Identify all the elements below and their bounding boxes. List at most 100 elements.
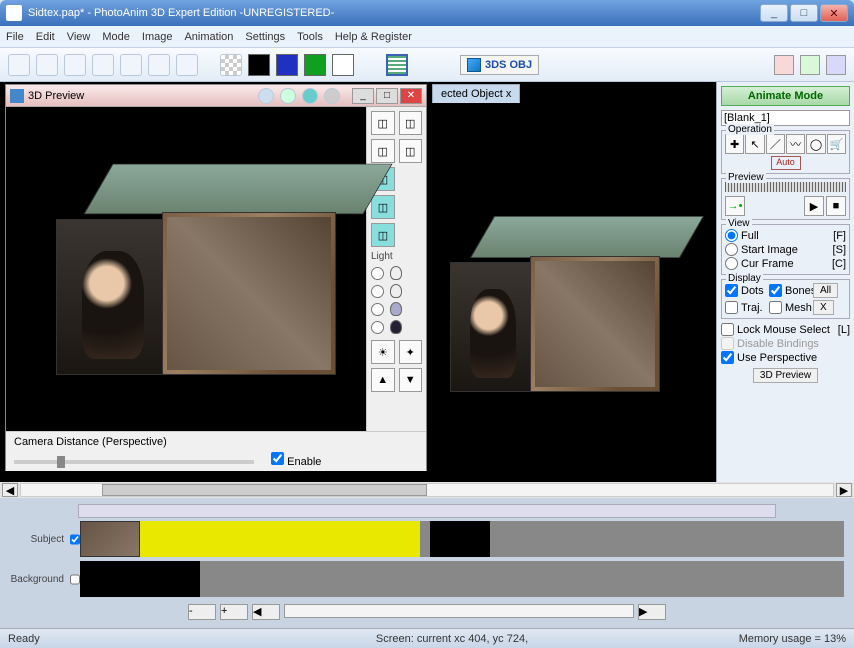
preview-toolbar-icon[interactable] xyxy=(302,88,318,104)
light-tool-icon[interactable]: ☀ xyxy=(371,340,395,364)
preview-viewport[interactable] xyxy=(6,107,366,431)
x-button[interactable]: X xyxy=(813,300,834,315)
view-cur-radio[interactable] xyxy=(725,257,738,270)
light-tool-icon[interactable]: ✦ xyxy=(399,340,423,364)
cube-view-icon[interactable]: ◫ xyxy=(371,111,395,135)
color-swatch-white[interactable] xyxy=(332,54,354,76)
color-swatch-black[interactable] xyxy=(248,54,270,76)
dots-checkbox[interactable] xyxy=(725,284,738,297)
menu-tools[interactable]: Tools xyxy=(297,31,323,43)
timeline-ruler[interactable] xyxy=(78,504,776,518)
play-indicator-icon[interactable]: →• xyxy=(725,196,745,216)
cart-tool-icon[interactable]: 🛒 xyxy=(827,134,846,154)
traj-checkbox[interactable] xyxy=(725,301,738,314)
animate-mode-button[interactable]: Animate Mode xyxy=(721,86,850,106)
panel-icon[interactable] xyxy=(774,55,794,75)
cube-view-icon[interactable]: ◫ xyxy=(399,111,423,135)
track-subject[interactable] xyxy=(80,521,844,557)
preview-minimize-button[interactable]: _ xyxy=(352,88,374,104)
add-tool-icon[interactable]: ✚ xyxy=(725,134,744,154)
pointer-tool-icon[interactable]: ↖ xyxy=(745,134,764,154)
preview-toolbar-icon[interactable] xyxy=(258,88,274,104)
window-icon xyxy=(10,89,24,103)
preview-toolbar-icon[interactable] xyxy=(324,88,340,104)
menu-image[interactable]: Image xyxy=(142,31,173,43)
tool-icon[interactable] xyxy=(64,54,86,76)
color-swatch-green[interactable] xyxy=(304,54,326,76)
checker-icon[interactable] xyxy=(220,54,242,76)
app-icon xyxy=(6,5,22,21)
tool-icon[interactable] xyxy=(92,54,114,76)
minimize-button[interactable]: _ xyxy=(760,4,788,22)
zoom-out-button[interactable]: - xyxy=(188,604,216,620)
camera-slider[interactable] xyxy=(14,460,254,464)
light-radio[interactable] xyxy=(371,303,384,316)
panel-icon[interactable] xyxy=(826,55,846,75)
horizontal-scrollbar: ◀ ▶ xyxy=(0,482,854,498)
maximize-button[interactable]: □ xyxy=(790,4,818,22)
preview-toolbar-icon[interactable] xyxy=(280,88,296,104)
cube-3d-object[interactable] xyxy=(450,202,660,402)
menu-settings[interactable]: Settings xyxy=(245,31,285,43)
menu-mode[interactable]: Mode xyxy=(102,31,130,43)
tool-icon[interactable] xyxy=(148,54,170,76)
light-radio[interactable] xyxy=(371,321,384,334)
grid-icon[interactable] xyxy=(386,54,408,76)
perspective-checkbox[interactable] xyxy=(721,351,734,364)
track-background[interactable] xyxy=(80,561,844,597)
mesh-checkbox[interactable] xyxy=(769,301,782,314)
menu-animation[interactable]: Animation xyxy=(184,31,233,43)
menu-file[interactable]: File xyxy=(6,31,24,43)
preview-close-button[interactable]: ✕ xyxy=(400,88,422,104)
track-background-checkbox[interactable] xyxy=(70,573,80,586)
cube-view-icon[interactable]: ◫ xyxy=(399,139,423,163)
preview-group-label: Preview xyxy=(726,172,766,183)
preview-maximize-button[interactable]: □ xyxy=(376,88,398,104)
line-tool-icon[interactable]: ／ xyxy=(766,134,785,154)
light-radio[interactable] xyxy=(371,267,384,280)
menu-edit[interactable]: Edit xyxy=(36,31,55,43)
cube-view-icon[interactable]: ◫ xyxy=(371,139,395,163)
scroll-right-button[interactable]: ▶ xyxy=(836,483,852,497)
scroll-track[interactable] xyxy=(20,483,834,497)
tool-icon[interactable] xyxy=(8,54,30,76)
menu-view[interactable]: View xyxy=(67,31,91,43)
stop-button[interactable]: ■ xyxy=(826,196,846,216)
panel-icon[interactable] xyxy=(800,55,820,75)
view-full-radio[interactable] xyxy=(725,229,738,242)
lock-mouse-checkbox[interactable] xyxy=(721,323,734,336)
view-start-radio[interactable] xyxy=(725,243,738,256)
bulb-icon xyxy=(390,284,402,298)
auto-button[interactable]: Auto xyxy=(771,156,801,170)
timeline-nav-left[interactable]: ◀ xyxy=(252,604,280,620)
object-tab[interactable]: ected Object x xyxy=(432,84,520,103)
light-radio[interactable] xyxy=(371,285,384,298)
timeline-scrubber[interactable] xyxy=(725,182,846,192)
3ds-obj-button[interactable]: 3DS OBJ xyxy=(460,55,539,75)
lasso-tool-icon[interactable]: ◯ xyxy=(806,134,825,154)
timeline-nav-right[interactable]: ▶ xyxy=(638,604,666,620)
light-tool-icon[interactable]: ▼ xyxy=(399,368,423,392)
curve-tool-icon[interactable]: 〰 xyxy=(786,134,805,154)
scroll-left-button[interactable]: ◀ xyxy=(2,483,18,497)
enable-checkbox[interactable] xyxy=(271,452,284,465)
all-button[interactable]: All xyxy=(813,283,838,298)
tool-icon[interactable] xyxy=(176,54,198,76)
color-swatch-blue[interactable] xyxy=(276,54,298,76)
tool-icon[interactable] xyxy=(36,54,58,76)
play-button[interactable]: ▶ xyxy=(804,196,824,216)
menu-help[interactable]: Help & Register xyxy=(335,31,412,43)
track-label-background: Background xyxy=(0,574,70,585)
track-subject-checkbox[interactable] xyxy=(70,533,80,546)
light-tool-icon[interactable]: ▲ xyxy=(371,368,395,392)
canvas-area[interactable]: ected Object x 3D Preview _ □ ✕ xyxy=(0,82,716,482)
preview-3d-button[interactable]: 3D Preview xyxy=(753,368,818,383)
menu-bar: File Edit View Mode Image Animation Sett… xyxy=(0,26,854,48)
close-button[interactable]: ✕ xyxy=(820,4,848,22)
timeline-nav-track[interactable] xyxy=(284,604,634,618)
tool-icon[interactable] xyxy=(120,54,142,76)
cube-view-icon[interactable]: ◫ xyxy=(371,223,395,247)
bones-checkbox[interactable] xyxy=(769,284,782,297)
zoom-in-button[interactable]: + xyxy=(220,604,248,620)
cube-view-icon[interactable]: ◫ xyxy=(371,195,395,219)
